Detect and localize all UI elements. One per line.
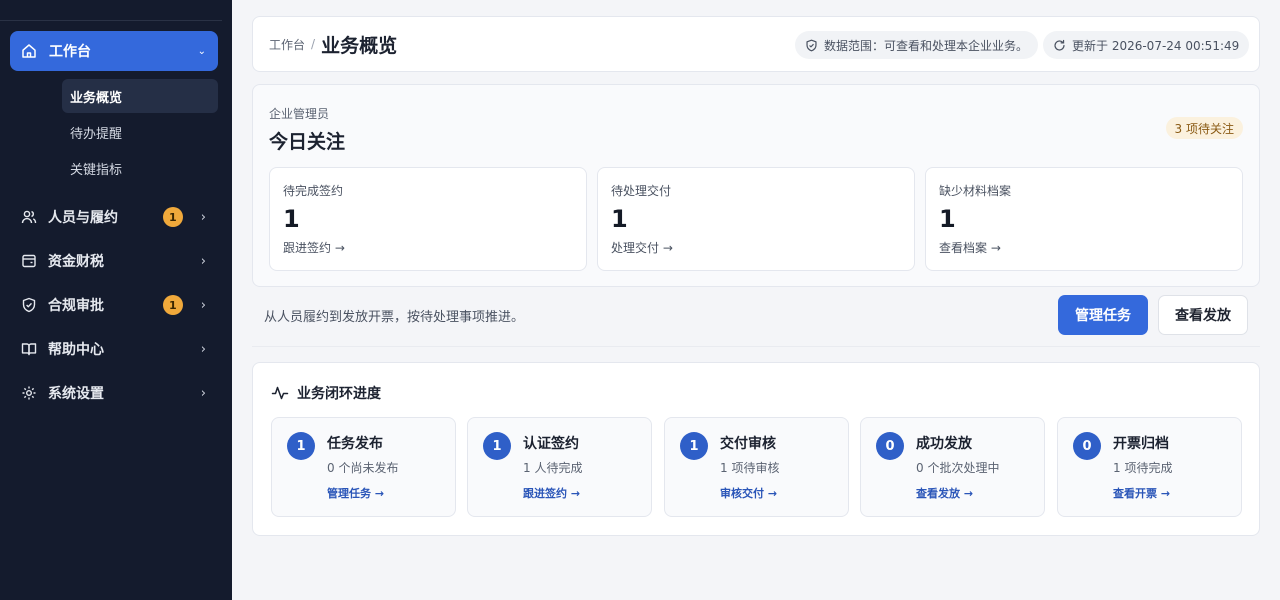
sidebar-item-personnel[interactable]: 人员与履约 1 › (10, 197, 218, 237)
step-card-review: 1 交付审核 1 项待审核 审核交付 → (664, 417, 849, 517)
stat-link[interactable]: 跟进签约 → (283, 239, 573, 256)
page-title: 业务概览 (321, 34, 398, 57)
sidebar-item-compliance[interactable]: 合规审批 1 › (10, 285, 218, 325)
chevron-down-icon: ⌄ (197, 45, 206, 57)
home-icon (21, 43, 37, 59)
manage-tasks-button[interactable]: 管理任务 (1058, 295, 1148, 335)
chevron-right-icon: › (200, 209, 206, 225)
sidebar-item-label: 帮助中心 (48, 342, 104, 358)
step-desc: 0 个批次处理中 (916, 461, 1000, 475)
role-label: 企业管理员 (269, 107, 330, 121)
activity-icon (271, 384, 289, 402)
sidebar-subitem-overview[interactable]: 业务概览 (62, 79, 218, 113)
step-name: 交付审核 (720, 436, 776, 452)
stat-label: 待完成签约 (283, 184, 344, 198)
users-icon (21, 209, 37, 225)
step-card-payout: 0 成功发放 0 个批次处理中 查看发放 → (860, 417, 1045, 517)
gear-icon (21, 385, 37, 401)
stat-link[interactable]: 处理交付 → (611, 239, 901, 256)
sidebar-item-help[interactable]: 帮助中心 › (10, 329, 218, 369)
step-action-link[interactable]: 跟进签约 → (523, 485, 580, 501)
step-count: 0 (1073, 432, 1101, 460)
stat-value: 1 (283, 205, 300, 233)
pending-badge: 3 项待关注 (1165, 117, 1243, 139)
notification-badge: 1 (162, 207, 183, 227)
chevron-right-icon: › (200, 253, 206, 269)
sidebar-item-label: 人员与履约 (48, 210, 118, 226)
step-name: 任务发布 (327, 436, 383, 452)
step-count: 1 (287, 432, 315, 460)
breadcrumb-separator: / (311, 37, 316, 51)
step-name: 成功发放 (916, 436, 972, 452)
step-desc: 1 人待完成 (523, 461, 583, 475)
step-card-invoice: 0 开票归档 1 项待完成 查看开票 → (1057, 417, 1242, 517)
step-action-link[interactable]: 审核交付 → (720, 485, 777, 501)
step-action-link[interactable]: 查看开票 → (1113, 485, 1170, 501)
section-divider (252, 346, 1260, 347)
stat-card-signing: 待完成签约 1 跟进签约 → (269, 167, 587, 271)
progress-title: 业务闭环进度 (271, 383, 381, 403)
stat-card-delivery: 待处理交付 1 处理交付 → (597, 167, 915, 271)
chevron-right-icon: › (200, 385, 206, 401)
stat-card-archive: 缺少材料档案 1 查看档案 → (925, 167, 1243, 271)
sidebar-item-label: 系统设置 (48, 386, 104, 402)
sidebar-item-workbench[interactable]: 工作台 ⌄ (10, 31, 218, 71)
page-header: 工作台 / 业务概览 数据范围：可查看和处理本企业业务。 更新于 2026-07… (252, 16, 1260, 72)
notification-badge: 1 (162, 295, 183, 315)
book-icon (21, 341, 37, 357)
stat-label: 缺少材料档案 (939, 184, 1012, 198)
step-card-publish: 1 任务发布 0 个尚未发布 管理任务 → (271, 417, 456, 517)
step-name: 认证签约 (523, 436, 579, 452)
step-count: 1 (680, 432, 708, 460)
step-desc: 1 项待完成 (1113, 461, 1173, 475)
updated-text: 更新于 2026-07-24 00:51:49 (1072, 38, 1240, 53)
workflow-hint: 从人员履约到发放开票，按待处理事项推进。 (264, 310, 525, 325)
refresh-icon (1053, 39, 1066, 52)
stat-value: 1 (939, 205, 956, 233)
scope-pill: 数据范围：可查看和处理本企业业务。 (795, 31, 1039, 59)
progress-title-text: 业务闭环进度 (297, 386, 381, 402)
sidebar-subitem-metrics[interactable]: 关键指标 (62, 151, 218, 185)
chevron-right-icon: › (200, 297, 206, 313)
sidebar-item-label: 合规审批 (48, 298, 104, 314)
wallet-icon (21, 253, 37, 269)
updated-pill[interactable]: 更新于 2026-07-24 00:51:49 (1043, 31, 1250, 59)
breadcrumb-root[interactable]: 工作台 (269, 36, 305, 53)
step-name: 开票归档 (1113, 436, 1169, 452)
sidebar-item-label: 工作台 (49, 44, 91, 60)
step-action-link[interactable]: 查看发放 → (916, 485, 973, 501)
stat-label: 待处理交付 (611, 184, 672, 198)
progress-card: 业务闭环进度 1 任务发布 0 个尚未发布 管理任务 → 1 认证签约 1 人待… (252, 362, 1260, 536)
step-action-link[interactable]: 管理任务 → (327, 485, 384, 501)
sidebar: 工作台 ⌄ 业务概览 待办提醒 关键指标 人员与履约 1 › 资金财税 › 合规… (0, 0, 232, 600)
sidebar-item-finance[interactable]: 资金财税 › (10, 241, 218, 281)
scope-text: 数据范围：可查看和处理本企业业务。 (824, 38, 1029, 53)
shield-check-icon (805, 39, 818, 52)
step-card-signing: 1 认证签约 1 人待完成 跟进签约 → (467, 417, 652, 517)
step-desc: 0 个尚未发布 (327, 461, 399, 475)
sidebar-item-settings[interactable]: 系统设置 › (10, 373, 218, 413)
stat-link[interactable]: 查看档案 → (939, 239, 1229, 256)
focus-title: 今日关注 (269, 131, 346, 153)
today-focus-card: 企业管理员 今日关注 3 项待关注 待完成签约 1 跟进签约 → 待处理交付 1… (252, 84, 1260, 287)
view-payouts-button[interactable]: 查看发放 (1158, 295, 1248, 335)
sidebar-item-label: 资金财税 (48, 254, 104, 270)
sidebar-subitem-reminders[interactable]: 待办提醒 (62, 115, 218, 149)
step-desc: 1 项待审核 (720, 461, 780, 475)
stat-value: 1 (611, 205, 628, 233)
shield-icon (21, 297, 37, 313)
step-count: 1 (483, 432, 511, 460)
chevron-right-icon: › (200, 341, 206, 357)
sidebar-divider (0, 20, 222, 21)
step-count: 0 (876, 432, 904, 460)
